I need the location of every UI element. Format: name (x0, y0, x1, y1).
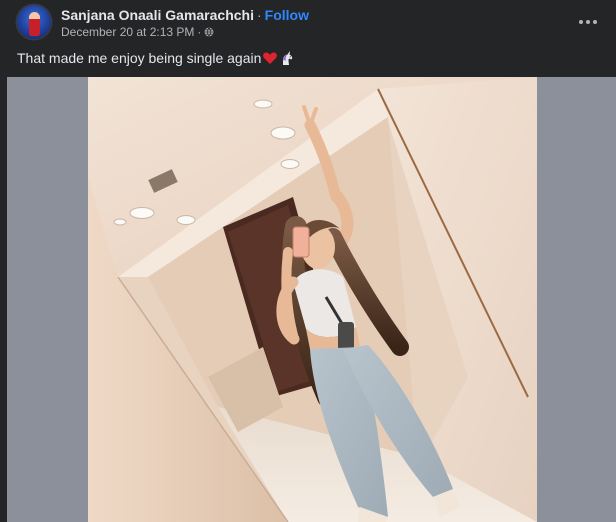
avatar-figure (29, 12, 40, 36)
caption-text: That made me enjoy being single again (17, 50, 262, 66)
follow-button[interactable]: Follow (265, 7, 309, 23)
author-name[interactable]: Sanjana Onaali Gamarachchi (61, 7, 254, 23)
more-options-icon (579, 20, 597, 24)
post-timestamp[interactable]: December 20 at 2:13 PM (61, 25, 194, 39)
post-meta: December 20 at 2:13 PM · (61, 25, 214, 39)
globe-icon[interactable] (204, 27, 214, 37)
post-header: Sanjana Onaali Gamarachchi · Follow Decemb… (0, 0, 616, 44)
red-heart-emoji (263, 52, 278, 64)
post-caption: That made me enjoy being single again (17, 49, 295, 67)
author-separator: · (256, 7, 262, 23)
author-line: Sanjana Onaali Gamarachchi · Follow (61, 7, 309, 23)
more-options-button[interactable] (572, 6, 604, 38)
facebook-post: Sanjana Onaali Gamarachchi · Follow Decemb… (0, 0, 616, 522)
unicorn-emoji (283, 51, 293, 65)
author-avatar[interactable] (17, 5, 51, 39)
meta-separator: · (197, 25, 202, 39)
post-photo[interactable] (88, 77, 537, 522)
mirror-selfie-photo (88, 77, 537, 522)
